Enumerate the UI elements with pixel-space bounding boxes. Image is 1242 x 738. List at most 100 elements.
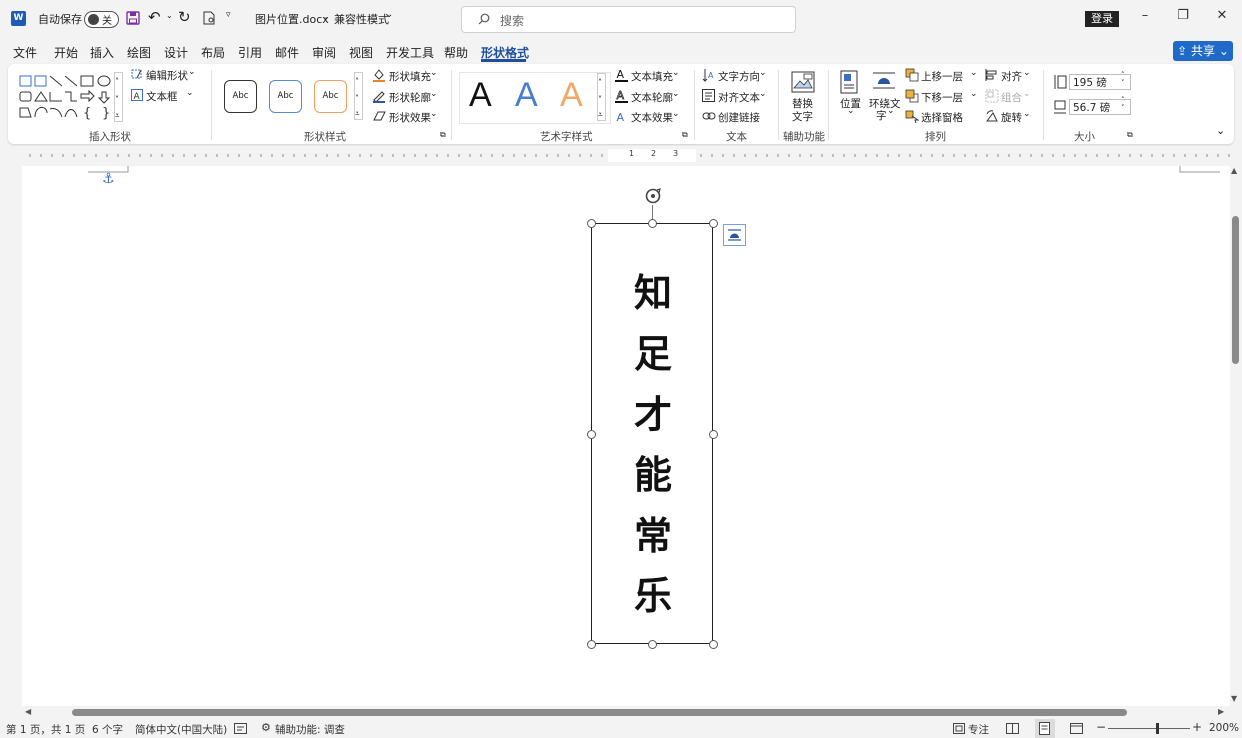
print-preview-icon[interactable] [203,11,216,25]
layout-options-icon[interactable] [723,224,746,246]
restore-icon[interactable]: ❐ [1173,8,1193,23]
gallery-scroll-icon[interactable]: ˄ ˅ ⩡ [597,73,606,121]
anchor-icon[interactable]: ⚓ [102,171,115,187]
tab-mailings[interactable]: 邮件 [275,44,299,61]
create-link-button[interactable]: 创建链接 [718,110,760,125]
position-icon[interactable] [840,70,858,94]
alt-text-label-2[interactable]: 文字 [792,109,813,124]
rotate-button[interactable]: 旋转 [1001,110,1022,125]
edit-shape-icon[interactable] [131,68,143,80]
zoom-level[interactable]: 200% [1209,722,1239,734]
chevron-down-icon[interactable]: ⌄ [672,89,680,99]
dialog-launcher-icon[interactable]: ⧉ [682,130,688,140]
print-layout-icon[interactable] [1039,722,1050,735]
resize-handle-ne[interactable] [709,219,718,228]
resize-handle-s[interactable] [648,640,657,649]
send-backward-icon[interactable] [905,89,919,103]
rotate-handle-icon[interactable] [644,187,662,205]
focus-mode[interactable]: 专注 [968,722,989,737]
close-icon[interactable]: ✕ [1212,8,1232,23]
zoom-slider-thumb[interactable] [1156,723,1159,734]
zoom-in-icon[interactable]: + [1192,720,1202,734]
chevron-down-icon[interactable]: ⌄ [672,109,680,119]
compat-mode[interactable]: 兼容性模式 [334,11,389,27]
selection-pane-icon[interactable] [905,110,919,123]
tab-layout[interactable]: 布局 [201,44,225,61]
send-backward-button[interactable]: 下移一层 [921,90,963,105]
chevron-down-icon[interactable]: ⌄ [1023,109,1031,119]
bring-forward-button[interactable]: 上移一层 [921,69,963,84]
accessibility-icon[interactable]: ⚙ [261,721,271,734]
zoom-out-icon[interactable]: − [1096,720,1106,734]
align-text-icon[interactable] [702,89,715,102]
wrap-text-icon[interactable] [872,70,896,92]
shape-fill-icon[interactable] [372,68,386,82]
read-mode-icon[interactable] [1006,723,1019,734]
text-box-button[interactable]: 文本框 [146,89,178,104]
horizontal-ruler[interactable]: 1 2 3 [0,146,1242,166]
shape-outline-icon[interactable] [372,89,386,103]
tab-help[interactable]: 帮助 [444,44,468,61]
chevron-down-icon[interactable]: ⌄ [759,68,767,78]
resize-handle-w[interactable] [587,430,596,439]
shape-outline-button[interactable]: 形状轮廓 [389,90,431,105]
word-count[interactable]: 6 个字 [92,722,123,737]
scroll-left-icon[interactable]: ◀ [25,707,31,716]
text-effects-icon[interactable]: A [615,110,628,122]
proofing-icon[interactable] [234,723,247,734]
share-button[interactable]: ⇪ 共享 ⌄ [1173,41,1233,61]
tab-insert[interactable]: 插入 [90,44,114,61]
text-outline-icon[interactable]: A [615,89,628,103]
resize-handle-se[interactable] [709,640,718,649]
tab-references[interactable]: 引用 [238,44,262,61]
scroll-right-icon[interactable]: ▶ [1218,707,1224,716]
wrap-text-label-2[interactable]: 字 [876,108,887,123]
accessibility-status[interactable]: 辅助功能: 调查 [275,722,345,737]
shape-style-1[interactable]: Abc [224,80,257,113]
save-icon[interactable] [126,11,140,25]
text-outline-button[interactable]: 文本轮廓 [631,90,673,105]
bring-forward-icon[interactable] [905,68,919,82]
chevron-down-icon[interactable]: ⌄ [847,106,855,116]
text-fill-icon[interactable]: A [615,68,628,82]
scroll-up-icon[interactable]: ▲ [1231,166,1237,175]
rotate-icon[interactable] [985,110,999,123]
alt-text-icon[interactable] [791,71,815,93]
login-button[interactable]: 登录 [1085,11,1119,27]
tab-home[interactable]: 开始 [54,44,78,61]
web-layout-icon[interactable] [1070,723,1083,734]
align-icon[interactable] [985,68,999,82]
chevron-down-icon[interactable]: ⌄ [430,89,438,99]
collapse-ribbon-icon[interactable]: ⌄ [1216,124,1225,137]
gallery-scroll-icon[interactable]: ˄ ˅ ⩡ [354,72,363,120]
shape-effects-icon[interactable] [372,110,386,122]
chevron-down-icon[interactable]: ⌄ [188,67,196,77]
customize-qat-icon[interactable]: ▿ [226,10,231,20]
tab-design[interactable]: 设计 [164,44,188,61]
search-box[interactable]: 搜索 [461,6,796,33]
text-box-icon[interactable]: A [131,89,143,101]
tab-view[interactable]: 视图 [349,44,373,61]
resize-handle-sw[interactable] [587,640,596,649]
edit-shape-button[interactable]: 编辑形状 [146,68,188,83]
shape-fill-button[interactable]: 形状填充 [389,69,431,84]
wordart-style-orange[interactable]: A [560,76,583,115]
dialog-launcher-icon[interactable]: ⧉ [1127,130,1133,140]
dialog-launcher-icon[interactable]: ⧉ [440,130,446,140]
align-button[interactable]: 对齐 [1001,69,1022,84]
group-button[interactable]: 组合 [1001,90,1022,105]
chevron-down-icon[interactable]: ⌄ [385,9,393,20]
group-icon[interactable] [985,89,999,103]
chevron-down-icon[interactable]: ⌄ [186,88,194,98]
wordart-style-black[interactable]: A [469,76,492,115]
shape-style-2[interactable]: Abc [269,80,302,113]
text-direction-button[interactable]: 文字方向 [718,69,760,84]
chevron-down-icon[interactable]: ⌄ [1023,89,1031,99]
chevron-down-icon[interactable]: ⌄ [759,89,767,99]
resize-handle-n[interactable] [648,219,657,228]
align-text-button[interactable]: 对齐文本 [718,90,760,105]
gallery-scroll-icon[interactable]: ˄ ˅ ⩡ [114,72,123,122]
link-icon[interactable] [702,111,716,121]
text-fill-button[interactable]: 文本填充 [631,69,673,84]
tab-review[interactable]: 审阅 [312,44,336,61]
